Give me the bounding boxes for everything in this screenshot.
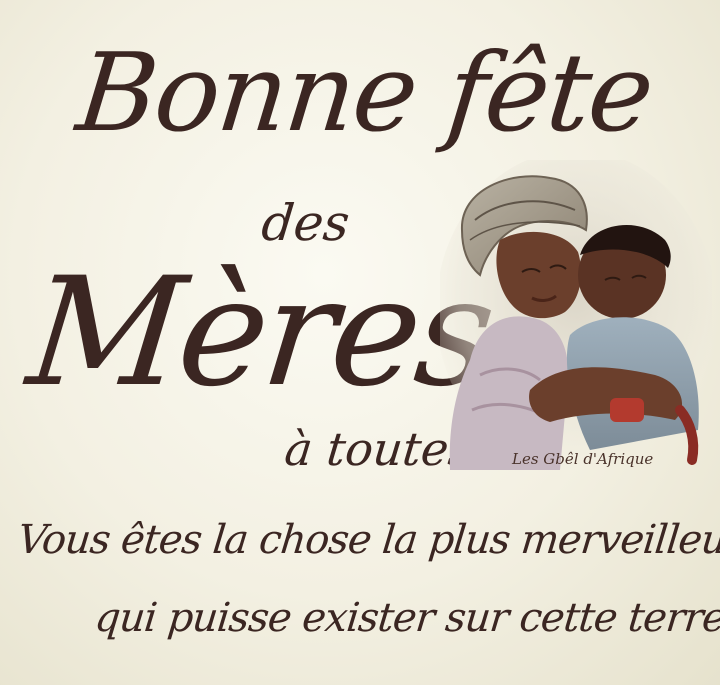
title-bonne-fete: Bonne fête	[71, 31, 658, 156]
message-line-2: qui puisse exister sur cette terre .	[92, 595, 720, 641]
message-line-1: Vous êtes la chose la plus merveilleuse	[15, 517, 720, 563]
artist-signature: Les Gbêl d'Afrique	[512, 450, 654, 468]
title-des: des	[258, 194, 353, 252]
title-meres: Mères	[20, 246, 499, 420]
mother-child-illustration	[440, 160, 712, 470]
